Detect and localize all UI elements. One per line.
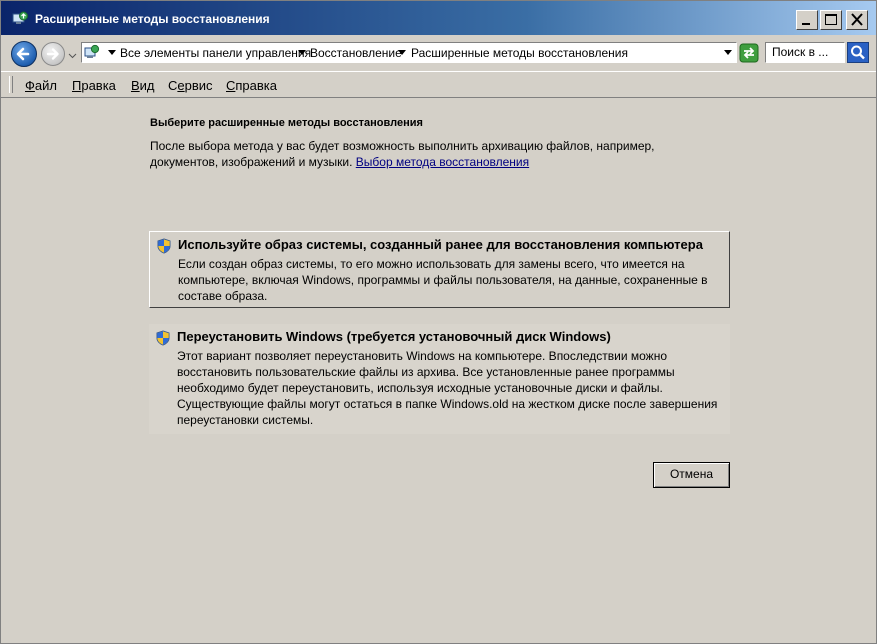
menu-bar: Файл Правка Вид Сервис Справка <box>1 71 876 97</box>
title-bar[interactable]: Расширенные методы восстановления <box>1 1 876 35</box>
back-button[interactable] <box>11 41 37 67</box>
address-field[interactable]: Все элементы панели управления Восстанов… <box>81 42 737 63</box>
menu-edit[interactable]: Правка <box>72 78 116 93</box>
choose-method-link[interactable]: Выбор метода восстановления <box>356 155 529 169</box>
breadcrumb-separator-icon[interactable] <box>398 50 406 55</box>
uac-shield-icon <box>156 238 172 254</box>
page-heading: Выберите расширенные методы восстановлен… <box>150 117 423 129</box>
address-toolbar: Все элементы панели управления Восстанов… <box>1 35 876 71</box>
search-input[interactable]: Поиск в ... <box>765 42 845 63</box>
menu-tools[interactable]: Сервис <box>168 78 213 93</box>
menu-help[interactable]: Справка <box>226 78 277 93</box>
breadcrumb-separator-icon[interactable] <box>108 50 116 55</box>
page-description: После выбора метода у вас будет возможно… <box>150 139 655 169</box>
option-title: Переустановить Windows (требуется устано… <box>177 329 611 344</box>
toolbar-grip <box>9 76 13 93</box>
recent-pages-chevron-icon[interactable] <box>68 49 77 59</box>
content-area: Выберите расширенные методы восстановлен… <box>1 97 876 643</box>
option-description: Если создан образ системы, то его можно … <box>178 257 708 303</box>
cancel-button[interactable]: Отмена <box>653 462 730 488</box>
option-title: Используйте образ системы, созданный ран… <box>178 237 703 252</box>
address-history-chevron-icon[interactable] <box>724 50 732 55</box>
minimize-button[interactable] <box>796 10 818 30</box>
control-panel-icon <box>84 44 100 60</box>
option-description: Этот вариант позволяет переустановить Wi… <box>177 349 718 427</box>
breadcrumb-recovery[interactable]: Восстановление <box>310 46 402 60</box>
window: Расширенные методы восстановления Все эл… <box>0 0 877 644</box>
uac-shield-icon <box>155 330 171 346</box>
menu-view[interactable]: Вид <box>131 78 155 93</box>
breadcrumb-separator-icon[interactable] <box>298 50 306 55</box>
option-reinstall-windows[interactable]: Переустановить Windows (требуется устано… <box>149 324 730 434</box>
option-system-image[interactable]: Используйте образ системы, созданный ран… <box>149 231 730 308</box>
search-button[interactable] <box>847 42 869 63</box>
refresh-icon[interactable] <box>739 43 759 63</box>
close-button[interactable] <box>846 10 868 30</box>
maximize-button[interactable] <box>820 10 842 30</box>
window-title: Расширенные методы восстановления <box>35 12 270 26</box>
recovery-icon <box>12 11 28 27</box>
breadcrumb-control-panel[interactable]: Все элементы панели управления <box>120 46 311 60</box>
menu-file[interactable]: Файл <box>25 78 57 93</box>
forward-button[interactable] <box>41 42 65 66</box>
breadcrumb-advanced-recovery[interactable]: Расширенные методы восстановления <box>411 46 628 60</box>
